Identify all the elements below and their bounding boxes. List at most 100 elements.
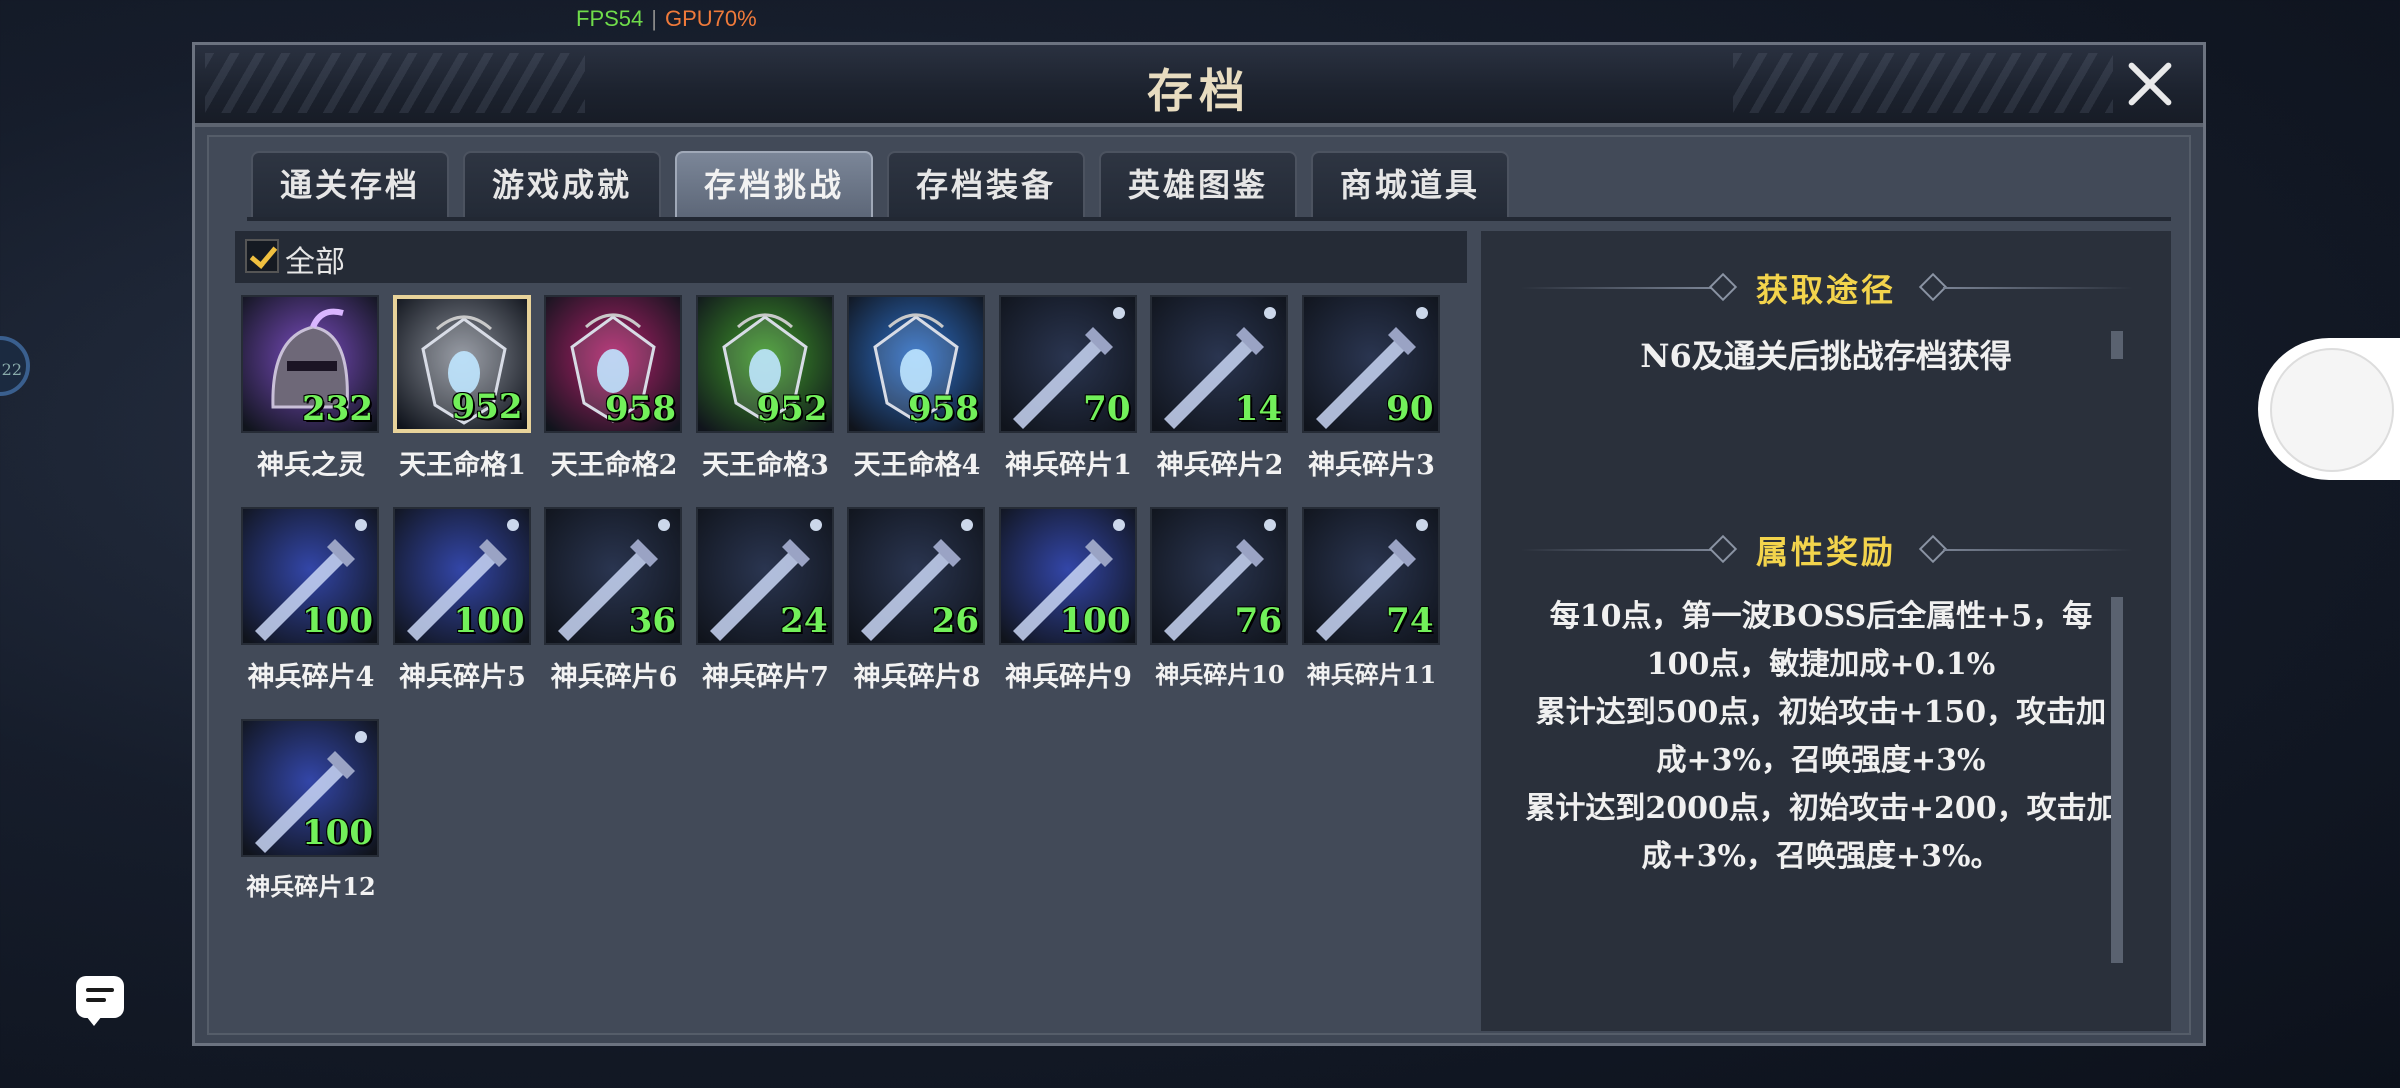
sword-fragment-icon[interactable]: 36 [544, 507, 682, 645]
tab-divider [247, 217, 2171, 221]
reward-text: 每10点，第一波BOSS后全属性+5，每100点，敏捷加成+0.1% 累计达到5… [1521, 593, 2121, 881]
item-slot[interactable]: 952 天王命格1 [392, 295, 533, 482]
reward-line: 每10点，第一波BOSS后全属性+5，每100点，敏捷加成+0.1% [1549, 599, 2093, 682]
item-slot[interactable]: 100 神兵碎片5 [392, 507, 533, 694]
assistant-avatar-icon [2270, 348, 2394, 472]
item-slot[interactable]: 952 天王命格3 [695, 295, 836, 482]
item-slot[interactable]: 100 神兵碎片4 [241, 507, 381, 694]
item-name: 神兵碎片11 [1306, 660, 1437, 689]
source-header: 获取途径 [1481, 265, 2171, 311]
filter-all-checkbox[interactable] [245, 239, 279, 273]
item-count: 958 [908, 389, 979, 429]
item-name: 神兵碎片8 [853, 662, 981, 693]
sword-fragment-icon[interactable]: 76 [1150, 507, 1288, 645]
sword-fragment-icon[interactable]: 26 [847, 507, 985, 645]
item-count: 36 [628, 601, 676, 641]
item-name: 神兵碎片10 [1155, 660, 1285, 689]
reward-scrollbar[interactable] [2111, 597, 2123, 963]
sword-fragment-icon[interactable]: 100 [241, 507, 379, 645]
item-count: 90 [1386, 389, 1434, 429]
item-slot[interactable]: 232 神兵之灵 [241, 295, 381, 482]
overlay-separator: | [651, 6, 657, 31]
source-text: N6及通关后挑战存档获得 [1640, 337, 2012, 375]
item-count: 100 [302, 813, 373, 853]
item-name: 神兵之灵 [257, 450, 365, 481]
item-name: 天王命格1 [399, 450, 526, 481]
header-line [1943, 287, 2133, 289]
left-edge-bubble[interactable]: 22 [0, 336, 30, 396]
sword-fragment-icon[interactable]: 90 [1301, 295, 1440, 433]
item-slot[interactable]: 24 神兵碎片7 [695, 507, 836, 694]
filter-all-label[interactable]: 全部 [285, 237, 345, 281]
chat-icon-line [86, 998, 106, 1002]
filter-bar: 全部 [235, 231, 1467, 283]
item-name: 天王命格4 [853, 450, 981, 481]
sword-fragment-icon[interactable]: 14 [1150, 295, 1288, 433]
tab-2[interactable]: 存档挑战 [675, 151, 873, 217]
item-name: 天王命格2 [550, 450, 678, 481]
sword-fragment-icon[interactable]: 100 [998, 507, 1137, 645]
tab-3[interactable]: 存档装备 [887, 151, 1085, 217]
item-name: 神兵碎片9 [1005, 662, 1132, 693]
item-slot[interactable]: 958 天王命格2 [544, 295, 684, 482]
item-count: 100 [453, 601, 525, 641]
amulet-icon[interactable]: 952 [695, 295, 834, 433]
item-name: 神兵碎片12 [246, 872, 376, 901]
item-name: 神兵碎片3 [1308, 450, 1435, 481]
reward-header: 属性奖励 [1481, 527, 2171, 573]
chat-icon[interactable] [76, 976, 124, 1026]
close-icon[interactable] [2119, 53, 2179, 113]
sword-fragment-icon[interactable]: 100 [241, 719, 379, 857]
amulet-icon[interactable]: 958 [544, 295, 682, 433]
item-slot[interactable]: 100 神兵碎片12 [241, 719, 381, 902]
sword-fragment-icon[interactable]: 100 [392, 507, 531, 645]
sword-fragment-icon[interactable]: 24 [695, 507, 834, 645]
item-slot[interactable]: 26 神兵碎片8 [847, 507, 987, 694]
chat-icon-line [86, 988, 114, 992]
item-slot[interactable]: 100 神兵碎片9 [998, 507, 1139, 694]
archive-window: 存档 通关存档 游戏成就 存档挑战 存档装备 英雄图鉴 商城道具 全部 232 神兵之灵 95… [192, 42, 2206, 1046]
item-slot[interactable]: 70 神兵碎片1 [998, 295, 1139, 482]
detail-panel: 获取途径 N6及通关后挑战存档获得 属性奖励 每10点，第一波BOSS后全属性+… [1481, 231, 2171, 1031]
amulet-icon[interactable]: 958 [847, 295, 985, 433]
item-count: 74 [1386, 601, 1434, 641]
item-slot[interactable]: 90 神兵碎片3 [1301, 295, 1442, 482]
diamond-icon [1708, 534, 1738, 564]
sword-fragment-icon[interactable]: 74 [1301, 507, 1440, 645]
item-count: 14 [1234, 389, 1282, 429]
header-line [1521, 549, 1711, 551]
item-name: 神兵碎片2 [1156, 450, 1284, 481]
item-count: 232 [302, 389, 373, 429]
source-title: 获取途径 [1755, 271, 1896, 309]
title-bar: 存档 [195, 45, 2203, 127]
window-title: 存档 [1147, 64, 1251, 118]
item-count: 958 [605, 389, 676, 429]
item-name: 神兵碎片5 [399, 662, 526, 693]
source-scrollbar[interactable] [2111, 331, 2123, 359]
gpu-readout: GPU70% [664, 6, 757, 31]
reward-line: 累计达到500点，初始攻击+150，攻击加成+3%，召唤强度+3% [1535, 695, 2107, 778]
amulet-icon[interactable]: 952 [392, 295, 531, 433]
item-slot[interactable]: 74 神兵碎片11 [1301, 507, 1442, 690]
tab-4[interactable]: 英雄图鉴 [1099, 151, 1297, 217]
item-slot[interactable]: 958 天王命格4 [847, 295, 987, 482]
helmet-icon[interactable]: 232 [241, 295, 379, 433]
item-count: 24 [780, 601, 828, 641]
item-slot[interactable]: 14 神兵碎片2 [1150, 295, 1290, 482]
tab-1[interactable]: 游戏成就 [463, 151, 661, 217]
item-count: 76 [1234, 601, 1282, 641]
sword-fragment-icon[interactable]: 70 [998, 295, 1137, 433]
diamond-icon [1708, 272, 1738, 302]
fps-readout: FPS54 [576, 6, 644, 31]
tab-5[interactable]: 商城道具 [1311, 151, 1509, 217]
item-count: 952 [756, 389, 828, 429]
item-slot[interactable]: 76 神兵碎片10 [1150, 507, 1290, 690]
reward-title: 属性奖励 [1755, 533, 1896, 571]
reward-line: 累计达到2000点，初始攻击+200，攻击加成+3%，召唤强度+3%。 [1525, 791, 2117, 874]
floating-assistant-button[interactable] [2258, 338, 2400, 480]
header-line [1521, 287, 1711, 289]
item-slot[interactable]: 36 神兵碎片6 [544, 507, 684, 694]
tab-0[interactable]: 通关存档 [251, 151, 449, 217]
performance-overlay: FPS54 | GPU70% [576, 6, 757, 32]
item-count: 100 [1059, 601, 1131, 641]
